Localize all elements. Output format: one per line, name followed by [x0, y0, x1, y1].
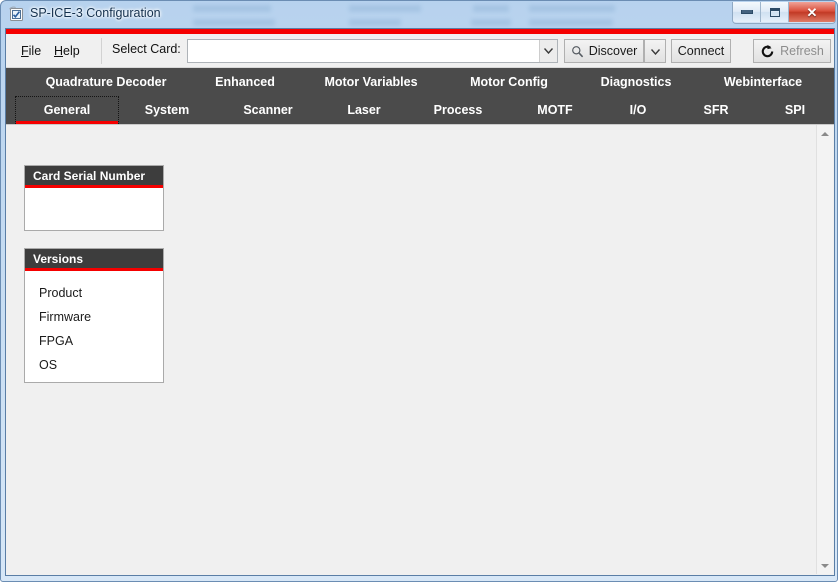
close-button[interactable]: ✕ — [789, 2, 835, 22]
version-row: Firmware — [39, 310, 92, 324]
secondary-tab-bar: General System Scanner Laser Process MOTF I/O S… — [6, 96, 834, 124]
menu-help-label-rest: elp — [63, 44, 80, 58]
discover-button[interactable]: Discover — [564, 39, 644, 63]
client-area: File Help Select Card: Discover Connect … — [5, 28, 835, 576]
tab-label: I/O — [629, 103, 647, 117]
tab-label: Quadrature Decoder — [45, 75, 167, 89]
tab-label: Scanner — [243, 103, 293, 117]
tab-content-panel: Card Serial Number Versions Product Firmw… — [6, 124, 834, 575]
card-serial-number-title: Card Serial Number — [25, 166, 163, 188]
tab-label: SFR — [703, 103, 729, 117]
minimize-icon — [740, 10, 753, 14]
chevron-down-icon[interactable] — [539, 40, 557, 62]
tab-label: Motor Variables — [324, 75, 418, 89]
title-bar[interactable]: SP-ICE-3 Configuration ✕ — [1, 1, 837, 28]
refresh-button-label: Refresh — [780, 44, 824, 58]
refresh-icon — [760, 44, 775, 59]
discover-dropdown-button[interactable] — [644, 39, 666, 63]
scroll-up-arrow-icon[interactable] — [817, 125, 833, 142]
discover-button-label: Discover — [588, 44, 638, 58]
maximize-button[interactable] — [761, 2, 789, 22]
versions-body: Product Firmware FPGA OS — [25, 271, 163, 379]
tab-motf[interactable]: MOTF — [521, 96, 589, 124]
tab-webinterface[interactable]: Webinterface — [703, 68, 823, 96]
tab-label: System — [144, 103, 190, 117]
menu-help[interactable]: Help — [50, 42, 84, 60]
version-row: Product — [39, 286, 83, 300]
connect-button-label: Connect — [677, 44, 725, 58]
toolbar-separator — [101, 38, 102, 64]
tab-spi[interactable]: SPI — [771, 96, 819, 124]
tab-laser[interactable]: Laser — [331, 96, 397, 124]
vertical-scrollbar[interactable] — [816, 125, 833, 574]
window-controls: ✕ — [732, 2, 836, 24]
minimize-button[interactable] — [733, 2, 761, 22]
tab-motor-variables[interactable]: Motor Variables — [305, 68, 437, 96]
version-row: FPGA — [39, 334, 74, 348]
application-window: SP-ICE-3 Configuration ✕ File Help Selec… — [0, 0, 838, 582]
tab-label: Enhanced — [215, 75, 275, 89]
tab-label: Diagnostics — [600, 75, 672, 89]
tab-process[interactable]: Process — [417, 96, 499, 124]
close-icon: ✕ — [806, 4, 818, 20]
primary-tab-bar: Quadrature Decoder Enhanced Motor Variable… — [6, 68, 834, 96]
window-title: SP-ICE-3 Configuration — [30, 6, 161, 20]
app-icon[interactable] — [8, 6, 25, 23]
tab-diagnostics[interactable]: Diagnostics — [581, 68, 691, 96]
tab-label: SPI — [784, 103, 806, 117]
tab-label: General — [43, 103, 91, 117]
card-serial-number-body — [25, 188, 163, 227]
scroll-down-arrow-icon[interactable] — [817, 557, 833, 574]
toolbar: File Help Select Card: Discover Connect … — [6, 34, 834, 68]
tab-label: MOTF — [537, 103, 573, 117]
tab-label: Motor Config — [470, 75, 548, 89]
tab-system[interactable]: System — [126, 96, 208, 124]
menu-file-label-rest: ile — [28, 44, 42, 58]
card-serial-number-group: Card Serial Number — [24, 165, 164, 231]
chevron-down-icon — [650, 44, 660, 58]
versions-title: Versions — [25, 249, 163, 271]
tab-label: Process — [433, 103, 483, 117]
versions-group: Versions Product Firmware FPGA OS — [24, 248, 164, 383]
tab-general[interactable]: General — [15, 96, 119, 124]
tab-motor-config[interactable]: Motor Config — [449, 68, 569, 96]
tab-scanner[interactable]: Scanner — [225, 96, 311, 124]
refresh-button[interactable]: Refresh — [753, 39, 831, 63]
tab-label: Webinterface — [723, 75, 803, 89]
card-serial-number-value — [25, 198, 163, 222]
magnifier-icon — [571, 45, 584, 58]
tab-label: Laser — [347, 103, 381, 117]
tab-i-o[interactable]: I/O — [614, 96, 662, 124]
select-card-combobox[interactable] — [187, 39, 558, 63]
tab-quadrature-decoder[interactable]: Quadrature Decoder — [26, 68, 186, 96]
menu-file[interactable]: File — [17, 42, 45, 60]
connect-button[interactable]: Connect — [671, 39, 731, 63]
version-row: OS — [39, 358, 58, 372]
tab-sfr[interactable]: SFR — [692, 96, 740, 124]
select-card-label: Select Card: — [112, 42, 181, 56]
select-card-input[interactable] — [188, 40, 539, 62]
tab-enhanced[interactable]: Enhanced — [197, 68, 293, 96]
maximize-icon — [769, 7, 780, 17]
